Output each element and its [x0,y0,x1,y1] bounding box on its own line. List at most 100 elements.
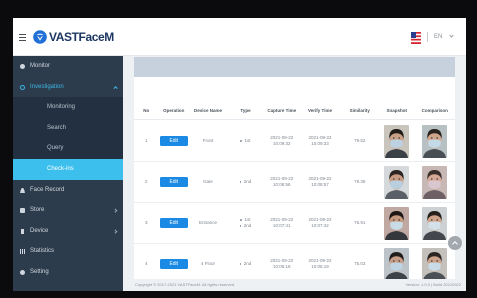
edit-button[interactable]: Edit [159,136,188,146]
sidebar-item-monitor[interactable]: Monitor [13,56,123,77]
app-screen: VASTFaceM EN Monitor Investigation Monitor… [13,18,466,291]
type-cell: 1st [227,121,264,161]
capture-time-line: 10:08:56 [272,182,291,187]
type-cell: 2nd [227,162,264,202]
chevron-right-icon [112,229,117,233]
table-row: 4 Edit 4 Floor 2nd 2021-09-22 10:06:18 2021-09… [134,244,455,279]
sidebar-item-investigation[interactable]: Investigation [13,77,123,98]
sidebar-item-label: Investigation [30,83,64,90]
device-name: 4 Floor [200,261,215,266]
verify-time-line: 10:06:19 [311,264,329,269]
sidebar-item-store[interactable]: Store [13,200,123,221]
comparison-cell [415,121,456,161]
version-text: Version: 1.0.0 | Build 20210922 [405,282,461,287]
similarity-value: 75.03 [354,261,366,266]
row-number: 4 [144,261,148,266]
sidebar-item-setting[interactable]: Setting [13,262,123,283]
sidebar-item-device[interactable]: Device [13,221,123,242]
chevron-down-icon[interactable] [449,33,454,38]
chart-icon [20,249,25,255]
verify-time-line: 10:09:33 [311,141,329,146]
column-header-capture-time: Capture Time [267,107,297,113]
row-number: 1 [144,138,148,143]
similarity-value: 76.91 [354,220,366,225]
type-cell: 2nd [227,244,264,279]
row-number: 3 [144,220,148,225]
snapshot-image[interactable] [384,206,410,240]
device-name: Gate [203,179,213,184]
hamburger-icon[interactable] [19,34,26,41]
sidebar-item-label: Setting [30,268,49,275]
sidebar-item-label: Store [30,207,45,214]
column-header-type: Type [240,107,251,113]
us-flag-icon[interactable] [411,31,421,44]
capture-time: 2021-09-22 10:08:56 [264,162,300,202]
chevron-right-icon [112,208,117,213]
row-number: 2 [144,179,148,184]
store-icon [20,208,25,214]
table-body: 1 Edit Front 1st 2021-09-22 10:09:32 2021-09-2… [134,121,455,279]
column-header-snapshot: Snapshot [386,107,407,113]
edit-button[interactable]: Edit [159,259,188,269]
snapshot-image[interactable] [384,165,410,199]
logo-icon [33,30,47,44]
verify-time: 2021-09-22 10:08:57 [300,162,341,202]
verify-time: 2021-09-22 10:09:33 [300,121,341,161]
column-header-similarity: Similarity [349,107,370,113]
sidebar-item-query[interactable]: Query [13,138,123,159]
edit-button[interactable]: Edit [159,218,188,228]
snapshot-image[interactable] [384,247,410,279]
sidebar-item-label: Face Record [30,186,65,193]
gear-icon [20,269,25,275]
sidebar-item-search[interactable]: Search [13,117,123,139]
snapshot-image[interactable] [384,124,410,158]
comparison-image[interactable] [422,247,448,279]
device-name: Entrance [198,220,217,225]
edit-button[interactable]: Edit [159,177,188,187]
comparison-image[interactable] [422,165,448,199]
verify-time-line: 10:08:57 [311,182,329,187]
column-header-device-name: Device Name [193,107,223,113]
records-card: No Operation Device Name Type Capture Time Ve… [134,77,455,279]
sidebar-item-label: Statistics [30,248,55,255]
comparison-image[interactable] [422,124,448,158]
column-header-no: No [143,107,150,113]
table-row: 2 Edit Gate 2nd 2021-09-22 10:08:56 2021-09-22… [134,162,455,203]
header-divider [427,32,428,42]
snapshot-cell [379,162,415,202]
verify-time: 2021-09-22 10:06:19 [300,244,341,279]
capture-time: 2021-09-22 10:07:41 [264,203,300,243]
sidebar-item-statistics[interactable]: Statistics [13,241,123,262]
comparison-cell [415,162,456,202]
snapshot-cell [379,121,415,161]
sidebar-item-label: Search [47,124,67,131]
sidebar-item-check-ins[interactable]: Check-ins [13,158,123,180]
sidebar-item-label: Monitor [30,63,51,69]
sidebar-item-monitoring[interactable]: Monitoring [13,97,123,118]
monitor-icon [20,64,25,69]
person-icon [20,187,25,193]
capture-time: 2021-09-22 10:09:32 [264,121,300,161]
capture-time: 2021-09-22 10:06:18 [264,244,300,279]
sidebar-item-label: Query [47,145,64,152]
capture-time-line: 10:09:32 [272,141,291,146]
sidebar-item-face-record[interactable]: Face Record [13,180,123,201]
column-header-operation: Operation [163,107,185,113]
comparison-image[interactable] [422,206,448,240]
similarity-value: 78.35 [354,179,366,184]
operation-cell: Edit [159,121,190,161]
sidebar-menu: Monitor Investigation Monitoring Search Quer… [13,56,123,283]
filter-bar [134,57,455,77]
app-title: VASTFaceM [49,30,114,44]
back-to-top-button[interactable] [448,236,462,250]
comparison-cell [415,244,456,279]
comparison-cell [415,203,456,243]
device-icon [21,228,24,234]
copyright-text: Copyright © 2017-2021 VASTFaceM. All rig… [135,282,236,287]
top-header: VASTFaceM EN [13,18,466,56]
operation-cell: Edit [159,244,190,279]
sidebar-item-label: Check-ins [47,165,74,172]
column-header-verify-time: Verify Time [308,107,332,113]
language-selector[interactable]: EN [434,33,442,41]
type-value: 2nd [239,261,251,267]
